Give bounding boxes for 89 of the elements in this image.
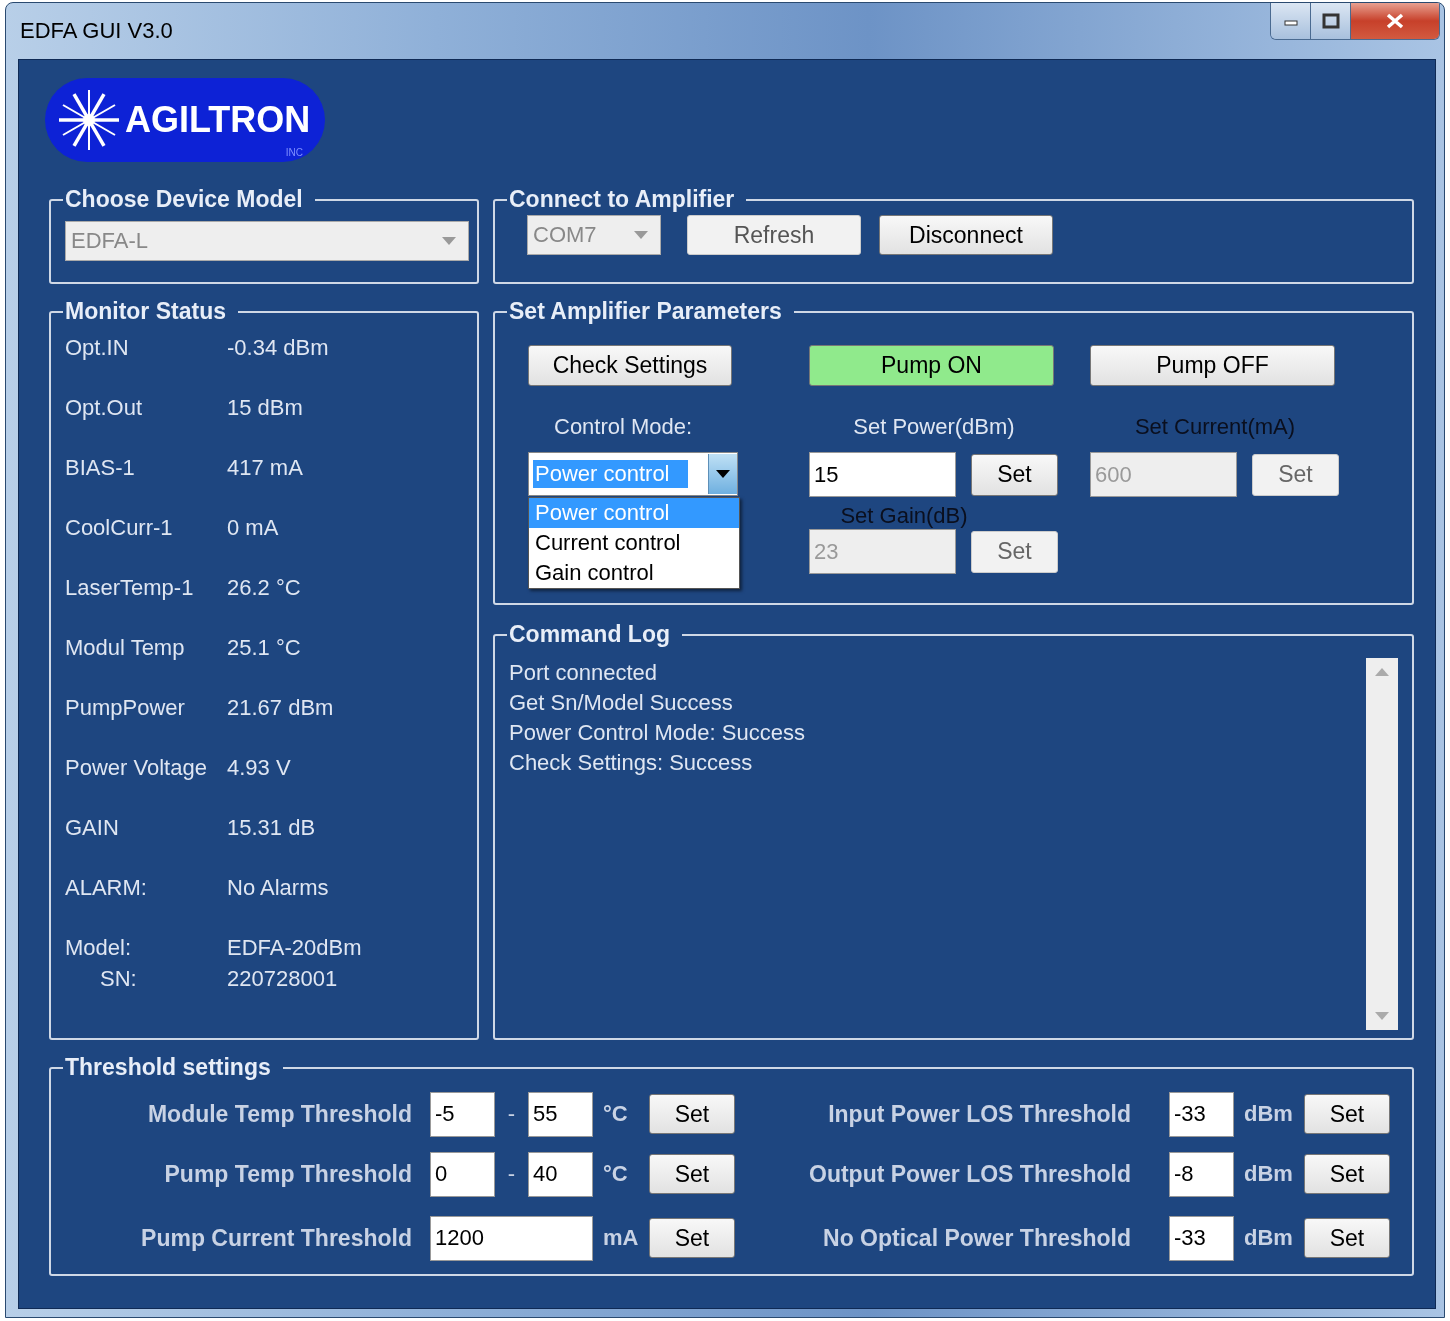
unit-label: °C [602, 1101, 629, 1127]
connect-button[interactable]: Disconnect [879, 215, 1053, 255]
status-value: 15.31 dB [227, 815, 316, 841]
close-button[interactable] [1351, 3, 1439, 39]
unit-label: dBm [1243, 1161, 1294, 1187]
value-field[interactable]: -33 [1169, 1215, 1234, 1261]
dropdown-option[interactable]: Current control [529, 528, 739, 558]
threshold-label: Pump Temp Threshold [163, 1160, 413, 1188]
unit-label: mA [602, 1225, 640, 1251]
group-title: Choose Device Model [64, 186, 304, 213]
dropdown-arrow-icon [442, 237, 456, 245]
status-value: No Alarms [227, 875, 329, 901]
group-title: Command Log [508, 621, 671, 648]
set-button[interactable]: Set [1304, 1154, 1390, 1194]
status-label: SN: [99, 966, 138, 992]
group-title: Threshold settings [64, 1054, 272, 1081]
value-field[interactable]: 15 [809, 452, 956, 497]
status-label: Modul Temp [65, 635, 186, 661]
threshold-label: Output Power LOS Threshold [808, 1160, 1132, 1188]
set-button[interactable]: Set [649, 1094, 735, 1134]
range-separator: - [506, 1161, 517, 1187]
scroll-up-icon [1375, 668, 1389, 676]
status-value: EDFA-20dBm [227, 935, 362, 961]
status-label: Opt.IN [65, 335, 130, 361]
dropdown-arrow-icon [634, 231, 648, 239]
status-value: 220728001 [227, 966, 338, 992]
status-label: Opt.Out [65, 395, 144, 421]
unit-label: °C [602, 1161, 629, 1187]
range-separator: - [506, 1101, 517, 1127]
unit-label: dBm [1243, 1101, 1294, 1127]
min-field[interactable]: 0 [430, 1151, 495, 1197]
log-line: Check Settings: Success [509, 749, 754, 777]
status-value: 15 dBm [227, 395, 303, 421]
status-label: LaserTemp-1 [65, 575, 195, 601]
logo-suffix: INC [285, 147, 303, 158]
starburst-icon [57, 88, 121, 152]
status-label: GAIN [65, 815, 120, 841]
scrollbar[interactable] [1366, 658, 1398, 1030]
log-line: Port connected [509, 659, 658, 687]
status-value: 417 mA [227, 455, 303, 481]
status-value: 0 mA [227, 515, 279, 541]
maximize-icon [1321, 13, 1340, 29]
selected-value: Power control [533, 460, 688, 488]
group-title: Set Amplifier Parameters [508, 298, 783, 325]
threshold-label: Pump Current Threshold [140, 1224, 413, 1252]
logo-name: AGILTRON [125, 99, 311, 141]
set-button[interactable]: Set [971, 453, 1058, 496]
group-title: Monitor Status [64, 298, 227, 325]
field-label: Control Mode: [553, 413, 694, 441]
threshold-label: Module Temp Threshold [146, 1100, 413, 1128]
set-button[interactable]: Set [649, 1218, 735, 1258]
threshold-label: Input Power LOS Threshold [827, 1100, 1132, 1128]
max-field[interactable]: 55 [528, 1091, 593, 1137]
action-button[interactable]: Pump OFF [1090, 345, 1335, 386]
log-line: Get Sn/Model Success [509, 689, 734, 717]
value-field[interactable]: -8 [1169, 1151, 1234, 1197]
status-value: 21.67 dBm [227, 695, 334, 721]
window-title: EDFA GUI V3.0 [20, 18, 173, 44]
field-label: Set Gain(dB) [839, 502, 969, 529]
status-label: Model: [65, 935, 133, 961]
dropdown-option[interactable]: Gain control [529, 558, 739, 588]
group-title: Connect to Amplifier [508, 186, 736, 213]
value-field[interactable]: 1200 [430, 1215, 593, 1261]
max-field[interactable]: 40 [528, 1151, 593, 1197]
action-button[interactable]: Pump ON [809, 345, 1054, 386]
status-value: 25.1 °C [227, 635, 301, 661]
status-label: CoolCurr-1 [65, 515, 174, 541]
status-label: BIAS-1 [65, 455, 136, 481]
action-button[interactable]: Check Settings [528, 345, 732, 386]
status-value: -0.34 dBm [227, 335, 329, 361]
set-button[interactable]: Set [649, 1154, 735, 1194]
value-field[interactable]: -33 [1169, 1091, 1234, 1137]
field-label: Set Current(mA) [1133, 413, 1297, 441]
status-value: 4.93 V [227, 755, 291, 781]
scroll-down-icon [1375, 1012, 1389, 1020]
min-field[interactable]: -5 [430, 1091, 495, 1137]
maximize-button[interactable] [1311, 3, 1351, 39]
unit-label: dBm [1243, 1225, 1294, 1251]
status-label: ALARM: [65, 875, 148, 901]
status-label: PumpPower [65, 695, 186, 721]
field-label: Set Power(dBm) [852, 413, 1016, 441]
set-button[interactable]: Set [1304, 1094, 1390, 1134]
threshold-label: No Optical Power Threshold [822, 1224, 1132, 1252]
status-value: 26.2 °C [227, 575, 301, 601]
close-icon [1385, 13, 1405, 29]
status-label: Power Voltage [65, 755, 208, 781]
minimize-button[interactable] [1271, 3, 1311, 39]
log-line: Power Control Mode: Success [509, 719, 805, 747]
set-button[interactable]: Set [1304, 1218, 1390, 1258]
